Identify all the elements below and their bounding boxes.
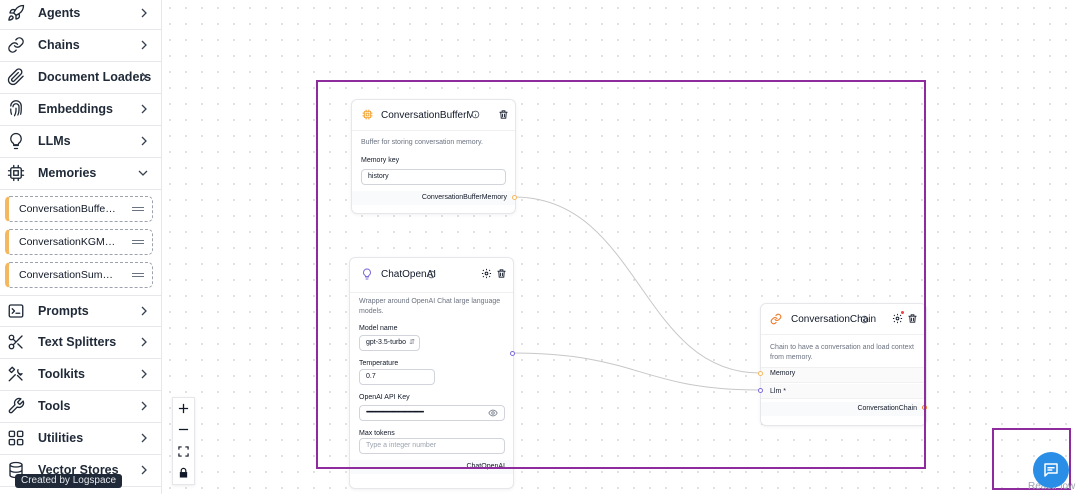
zoom-out-button[interactable] [173, 419, 194, 440]
zoom-in-button[interactable] [173, 398, 194, 419]
lock-icon [179, 467, 188, 478]
lock-button[interactable] [173, 462, 194, 483]
selection-highlight-box [316, 80, 926, 469]
minus-icon [178, 428, 189, 431]
fit-view-button[interactable] [173, 441, 194, 462]
chat-button[interactable] [1033, 452, 1069, 488]
canvas-controls [172, 397, 195, 485]
fit-view-icon [178, 446, 189, 457]
chat-icon [1044, 463, 1058, 477]
plus-icon [178, 403, 189, 414]
